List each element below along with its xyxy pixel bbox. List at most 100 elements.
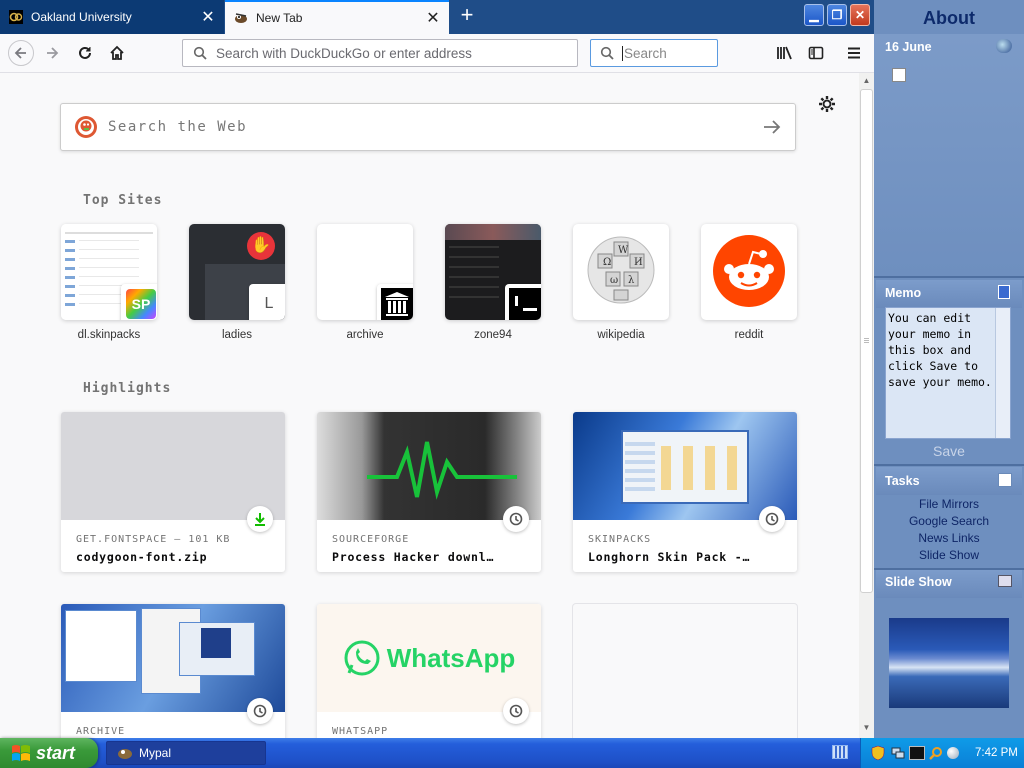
language-bar-icon[interactable] <box>832 745 848 759</box>
home-button[interactable] <box>106 42 128 64</box>
url-bar[interactable]: Search with DuckDuckGo or enter address <box>182 39 578 67</box>
site-thumbnail <box>701 224 797 320</box>
tab-oakland-university[interactable]: Oakland University ✕ <box>0 0 224 34</box>
web-search-placeholder: Search the Web <box>108 119 248 135</box>
wikipedia-icon: Ω W И ω λ <box>587 236 655 304</box>
search-bar[interactable]: Search <box>590 39 718 67</box>
calendar-date: 16 June <box>885 40 932 54</box>
task-link-news-links[interactable]: News Links <box>874 531 1024 545</box>
start-button[interactable]: start <box>0 738 98 768</box>
mypal-app-icon <box>118 749 132 759</box>
svg-text:W: W <box>618 245 629 256</box>
top-site-tile[interactable]: Ω W И ω λ wikipedia <box>573 224 669 341</box>
top-sites-heading: Top Sites <box>83 193 163 208</box>
memo-scrollbar[interactable] <box>995 308 1010 438</box>
card-image: WhatsApp <box>317 604 541 712</box>
customize-settings-button[interactable] <box>818 95 836 118</box>
tasks-list-icon[interactable] <box>998 473 1012 487</box>
highlight-card[interactable]: SKINPACKS Longhorn Skin Pack -… <box>573 412 797 572</box>
search-tray-icon[interactable] <box>929 746 943 760</box>
page-scrollbar[interactable]: ▲ ▼ <box>859 73 874 738</box>
task-link-file-mirrors[interactable]: File Mirrors <box>874 497 1024 511</box>
display-icon[interactable] <box>909 746 925 760</box>
tab-title: New Tab <box>256 11 303 25</box>
duckduckgo-logo-icon <box>75 116 97 138</box>
memo-save-button[interactable]: Save <box>874 443 1024 459</box>
taskbar-item-label: Mypal <box>139 746 172 760</box>
sidebar-toggle-button[interactable] <box>805 42 827 64</box>
restore-window-button[interactable]: ❐ <box>827 4 847 26</box>
top-site-tile[interactable]: reddit <box>701 224 797 341</box>
highlight-card[interactable]: GET.FONTSPACE — 101 KB codygoon-font.zip <box>61 412 285 572</box>
library-icon <box>777 46 792 60</box>
scrollbar-thumb[interactable] <box>860 89 873 593</box>
memo-notepad-icon[interactable] <box>998 285 1010 299</box>
highlight-card[interactable]: SOURCEFORGE Process Hacker downl… <box>317 412 541 572</box>
windows-logo-icon <box>12 745 30 761</box>
highlight-card[interactable]: WhatsApp WHATSAPP <box>317 604 541 738</box>
url-placeholder: Search with DuckDuckGo or enter address <box>216 45 472 61</box>
web-search-box[interactable]: Search the Web <box>60 103 796 151</box>
site-label: dl.skinpacks <box>77 329 141 341</box>
taskbar-item-mypal[interactable]: Mypal <box>106 741 266 765</box>
slideshow-heading: Slide Show <box>885 575 952 589</box>
search-submit-arrow-icon[interactable] <box>763 119 781 135</box>
site-thumbnail: Ω W И ω λ <box>573 224 669 320</box>
forward-button[interactable] <box>41 42 63 64</box>
memo-textarea[interactable]: You can edit your memo in this box and c… <box>885 307 1011 439</box>
site-thumbnail <box>317 224 413 320</box>
download-icon <box>247 506 273 532</box>
site-thumbnail: SP <box>61 224 157 320</box>
navigation-toolbar: Search with DuckDuckGo or enter address … <box>0 34 874 95</box>
close-tab-icon[interactable]: ✕ <box>200 9 216 26</box>
top-site-tile[interactable]: archive <box>317 224 413 341</box>
site-thumbnail <box>445 224 541 320</box>
gear-icon <box>819 96 835 112</box>
whatsapp-wordmark: WhatsApp <box>386 642 516 673</box>
calendar-globe-icon[interactable] <box>996 39 1012 53</box>
network-icon[interactable] <box>891 746 905 760</box>
close-tab-icon[interactable]: ✕ <box>425 10 441 27</box>
scroll-up-icon[interactable]: ▲ <box>861 76 872 86</box>
search-icon <box>193 46 207 60</box>
zone94-icon <box>505 284 541 320</box>
back-button[interactable] <box>8 40 34 66</box>
card-image <box>61 604 285 712</box>
sidebar-title: About <box>923 8 975 28</box>
skinpacks-icon: SP <box>121 284 157 320</box>
tab-strip: Oakland University ✕ New Tab ✕ + ▁ ❐ ✕ <box>0 0 874 34</box>
top-site-tile[interactable]: zone94 <box>445 224 541 341</box>
task-link-slide-show[interactable]: Slide Show <box>874 548 1024 562</box>
desktop-sidebar: About 16 June Memo You can edit your mem… <box>874 0 1024 738</box>
oakland-favicon-icon <box>9 10 23 24</box>
svg-text:λ: λ <box>628 275 635 286</box>
svg-text:И: И <box>634 257 643 268</box>
highlight-card[interactable]: ARCHIVE <box>61 604 285 738</box>
site-label: wikipedia <box>597 329 645 341</box>
task-link-google-search[interactable]: Google Search <box>874 514 1024 528</box>
scroll-down-icon[interactable]: ▼ <box>861 723 872 733</box>
new-tab-page: Search the Web Top Sites SP dl.skinpacks… <box>0 73 859 738</box>
minimize-window-button[interactable]: ▁ <box>804 4 824 26</box>
security-shield-icon[interactable] <box>871 745 885 761</box>
site-thumbnail: ✋ L <box>189 224 285 320</box>
clock-icon <box>503 698 529 724</box>
slideshow-monitor-icon[interactable] <box>998 575 1012 587</box>
back-arrow-icon <box>14 47 26 59</box>
svg-text:Ω: Ω <box>603 257 611 268</box>
tasks-heading: Tasks <box>885 474 920 488</box>
card-title: Process Hacker downl… <box>332 550 495 564</box>
forward-arrow-icon <box>47 47 59 59</box>
new-tab-plus-icon[interactable]: + <box>456 4 478 27</box>
close-window-button[interactable]: ✕ <box>850 4 870 26</box>
top-site-tile[interactable]: SP dl.skinpacks <box>61 224 157 341</box>
volume-icon[interactable] <box>947 747 959 759</box>
tab-new-tab[interactable]: New Tab ✕ <box>225 0 449 34</box>
card-image <box>61 412 285 520</box>
library-button[interactable] <box>774 42 796 64</box>
top-site-tile[interactable]: ✋ L ladies <box>189 224 285 341</box>
reload-button[interactable] <box>74 42 96 64</box>
taskbar-clock: 7:42 PM <box>975 747 1018 759</box>
slideshow-image[interactable] <box>889 618 1009 708</box>
menu-button[interactable] <box>843 42 865 64</box>
